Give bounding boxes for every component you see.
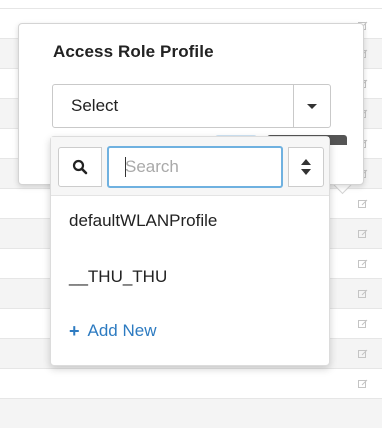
edit-icon[interactable]	[358, 199, 368, 209]
select-dropdown-menu: defaultWLANProfile __THU_THU + Add New	[50, 136, 330, 366]
edit-icon[interactable]	[358, 229, 368, 239]
add-new-option[interactable]: + Add New	[69, 321, 157, 341]
add-new-label: Add New	[87, 321, 157, 340]
sort-icon	[301, 159, 311, 175]
search-icon	[72, 159, 88, 175]
search-button[interactable]	[58, 147, 102, 187]
edit-icon[interactable]	[358, 259, 368, 269]
search-input[interactable]	[123, 148, 277, 186]
select-value: Select	[71, 96, 119, 115]
access-role-select[interactable]: Select	[52, 84, 331, 128]
table-row	[0, 398, 382, 428]
plus-icon: +	[69, 321, 80, 341]
edit-icon[interactable]	[358, 349, 368, 359]
chevron-down-icon	[307, 103, 317, 109]
dropdown-search-bar	[51, 137, 329, 196]
select-caret-button[interactable]	[293, 85, 330, 127]
edit-icon[interactable]	[358, 289, 368, 299]
edit-icon[interactable]	[358, 379, 368, 389]
table-row	[0, 368, 382, 398]
search-field	[107, 146, 283, 188]
text-cursor	[125, 157, 126, 177]
sort-button[interactable]	[288, 147, 324, 187]
dropdown-option[interactable]: defaultWLANProfile	[69, 211, 217, 231]
popover-title: Access Role Profile	[53, 42, 214, 61]
dropdown-option[interactable]: __THU_THU	[69, 267, 167, 287]
edit-icon[interactable]	[358, 319, 368, 329]
